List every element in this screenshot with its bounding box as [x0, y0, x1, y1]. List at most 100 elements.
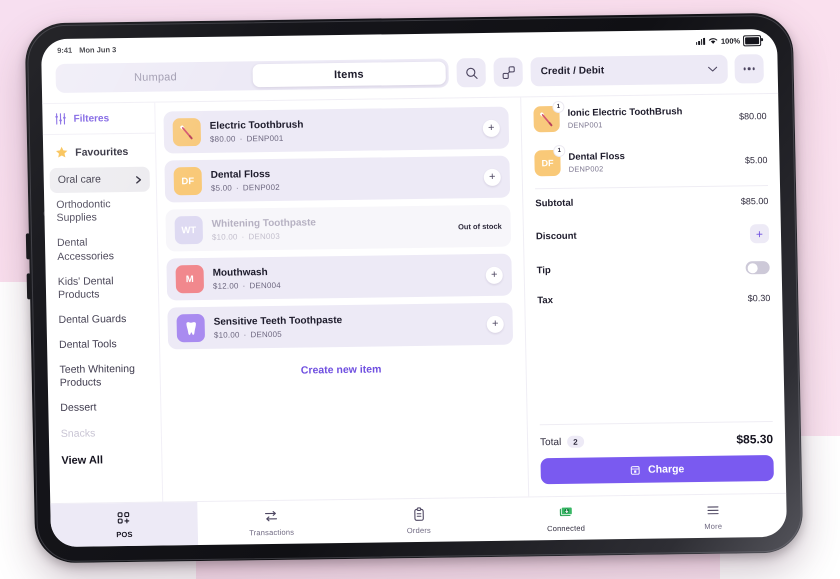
subtotal-value: $85.00 — [740, 195, 769, 206]
sidebar-item-snacks[interactable]: Snacks — [49, 420, 161, 447]
add-item-button[interactable]: + — [482, 119, 500, 137]
view-all-button[interactable]: View All — [49, 445, 162, 474]
toothbrush-icon-thumbnail — [172, 117, 202, 147]
item-name: Sensitive Teeth Toothpaste — [213, 315, 343, 328]
item-meta: $80.00 · DENP001 — [210, 131, 474, 144]
filters-button[interactable]: Filteres — [42, 111, 155, 136]
cart-footer: Total 2 $85.30 Charge — [539, 421, 775, 497]
total-row: Total 2 $85.30 — [540, 432, 773, 458]
nav-item-label: Connected — [546, 523, 586, 533]
tab-numpad[interactable]: Numpad — [58, 64, 252, 90]
status-date: Mon Jun 3 — [79, 44, 117, 55]
sidebar-item-dental-guards[interactable]: Dental Guards — [46, 306, 158, 333]
nav-item-label: More — [704, 521, 723, 531]
subtotal-row: Subtotal $85.00 — [535, 186, 769, 218]
volume-down-button[interactable] — [26, 273, 32, 300]
item-sku: DEN004 — [249, 280, 282, 291]
nav-item-label: Orders — [406, 525, 432, 535]
quantity-badge: 1 — [553, 101, 564, 113]
sidebar-item-dental-accessories[interactable]: Dental Accessories — [45, 230, 158, 270]
item-sku: DENP002 — [242, 182, 280, 193]
cellular-signal-icon — [695, 37, 705, 45]
add-discount-button[interactable]: + — [749, 224, 770, 244]
money-icon — [559, 506, 573, 516]
mode-segmented-control: Numpad Items — [55, 58, 449, 93]
sidebar-item-dessert[interactable]: Dessert — [48, 395, 160, 422]
cart-item-name: Ionic Electric ToothBrush — [567, 106, 683, 119]
add-item-button[interactable]: + — [483, 168, 501, 186]
tax-value: $0.30 — [747, 292, 771, 303]
cart-line-list: 1 Ionic Electric ToothBrush DENP001 $80.00 D… — [533, 94, 768, 185]
sidebar-item-orthodontic-supplies[interactable]: Orthodontic Supplies — [44, 192, 157, 232]
tax-label: Tax — [537, 295, 554, 307]
item-name: Whitening Toothpaste — [211, 217, 317, 230]
item-meta: $10.00 · DEN003 — [212, 230, 449, 242]
nav-item-label: Transactions — [249, 527, 295, 537]
item-name: Dental Floss — [210, 169, 271, 181]
item-rows: Electric Toothbrush $80.00 · DENP001 + DF Dent… — [163, 106, 514, 350]
item-meta: $12.00 · DEN004 — [213, 278, 477, 291]
sidebar-item-kids-dental-products[interactable]: Kids' Dental Products — [46, 268, 159, 308]
item-row[interactable]: Sensitive Teeth Toothpaste $10.00 · DEN005 + — [167, 302, 514, 350]
item-initials: DF — [181, 175, 195, 187]
payment-method-select[interactable]: Credit / Debit — [530, 54, 728, 87]
device-screen: 9:41 Mon Jun 3 100% Numpad Items Credit … — [40, 28, 788, 548]
favourites-item[interactable]: Favourites — [43, 134, 156, 169]
item-initials: M — [185, 273, 194, 285]
total-label: Total — [540, 436, 562, 448]
item-initials-thumbnail: M — [175, 264, 205, 294]
tab-items[interactable]: Items — [251, 61, 446, 88]
item-sku: DENP001 — [246, 133, 284, 144]
cart-item-initials: DF — [541, 158, 554, 169]
cart-item-sku: DENP001 — [567, 120, 603, 130]
out-of-stock-badge: Out of stock — [457, 221, 502, 231]
item-meta-separator: · — [241, 232, 245, 242]
nav-item-connected[interactable]: Connected — [492, 496, 640, 541]
more-options-button[interactable] — [734, 54, 764, 84]
search-button[interactable] — [456, 57, 486, 88]
sidebar-item-dental-tools[interactable]: Dental Tools — [47, 332, 159, 359]
cart-item-amount: $80.00 — [738, 111, 767, 122]
category-label: Oral care — [57, 173, 102, 186]
volume-up-button[interactable] — [25, 233, 31, 260]
sidebar-item-teeth-whitening-products[interactable]: Teeth Whitening Products — [47, 357, 160, 397]
item-price: $10.00 — [213, 330, 240, 340]
cart-line[interactable]: 1 Ionic Electric ToothBrush DENP001 $80.00 — [533, 94, 767, 141]
nav-item-more[interactable]: More — [639, 494, 787, 539]
add-item-button[interactable]: + — [485, 266, 503, 284]
chevron-down-icon — [708, 66, 718, 72]
create-new-item-link[interactable]: Create new item — [168, 352, 514, 389]
nav-item-transactions[interactable]: Transactions — [197, 500, 345, 545]
item-text: Dental Floss $5.00 · DENP002 — [211, 165, 475, 193]
item-row[interactable]: Electric Toothbrush $80.00 · DENP001 + — [163, 106, 510, 154]
nav-item-pos[interactable]: POS — [50, 502, 199, 548]
clipboard-icon — [413, 506, 424, 521]
nav-item-label: POS — [116, 529, 133, 539]
item-row[interactable]: DF Dental Floss $5.00 · DENP002 + — [164, 155, 511, 203]
nav-item-orders[interactable]: Orders — [345, 498, 493, 543]
category-list: Oral care Orthodontic Supplies Dental Acce… — [44, 166, 162, 447]
item-row[interactable]: M Mouthwash $12.00 · DEN004 + — [166, 253, 513, 301]
item-text: Sensitive Teeth Toothpaste $10.00 · DEN005 — [214, 312, 478, 340]
payment-method-label: Credit / Debit — [540, 65, 605, 78]
total-item-count: 2 — [567, 435, 584, 448]
wifi-icon — [708, 38, 718, 44]
category-label: Teeth Whitening Products — [59, 363, 135, 390]
cart-line[interactable]: DF 1 Dental Floss DENP002 $5.00 — [534, 138, 768, 185]
expand-button[interactable] — [493, 57, 523, 87]
charge-button[interactable]: Charge — [540, 454, 774, 485]
chevron-right-icon — [136, 175, 142, 184]
add-item-button[interactable]: + — [486, 315, 504, 333]
status-battery-percent: 100% — [720, 35, 741, 46]
toothbrush-icon-thumbnail: 1 — [533, 101, 564, 133]
status-time: 9:41 — [57, 45, 73, 55]
item-sku: DEN005 — [250, 329, 282, 340]
main-body: Filteres Favourites Oral care Orthodontic… — [42, 92, 787, 504]
sidebar-item-oral-care[interactable]: Oral care — [49, 166, 151, 194]
item-initials-thumbnail: WT — [174, 215, 204, 245]
item-row[interactable]: WT Whitening Toothpaste $10.00 · DEN003 Out o… — [165, 204, 512, 252]
item-meta: $10.00 · DEN005 — [214, 327, 478, 340]
tip-label: Tip — [536, 265, 551, 277]
tip-toggle[interactable] — [745, 261, 770, 275]
pos-grid-icon — [117, 511, 130, 524]
